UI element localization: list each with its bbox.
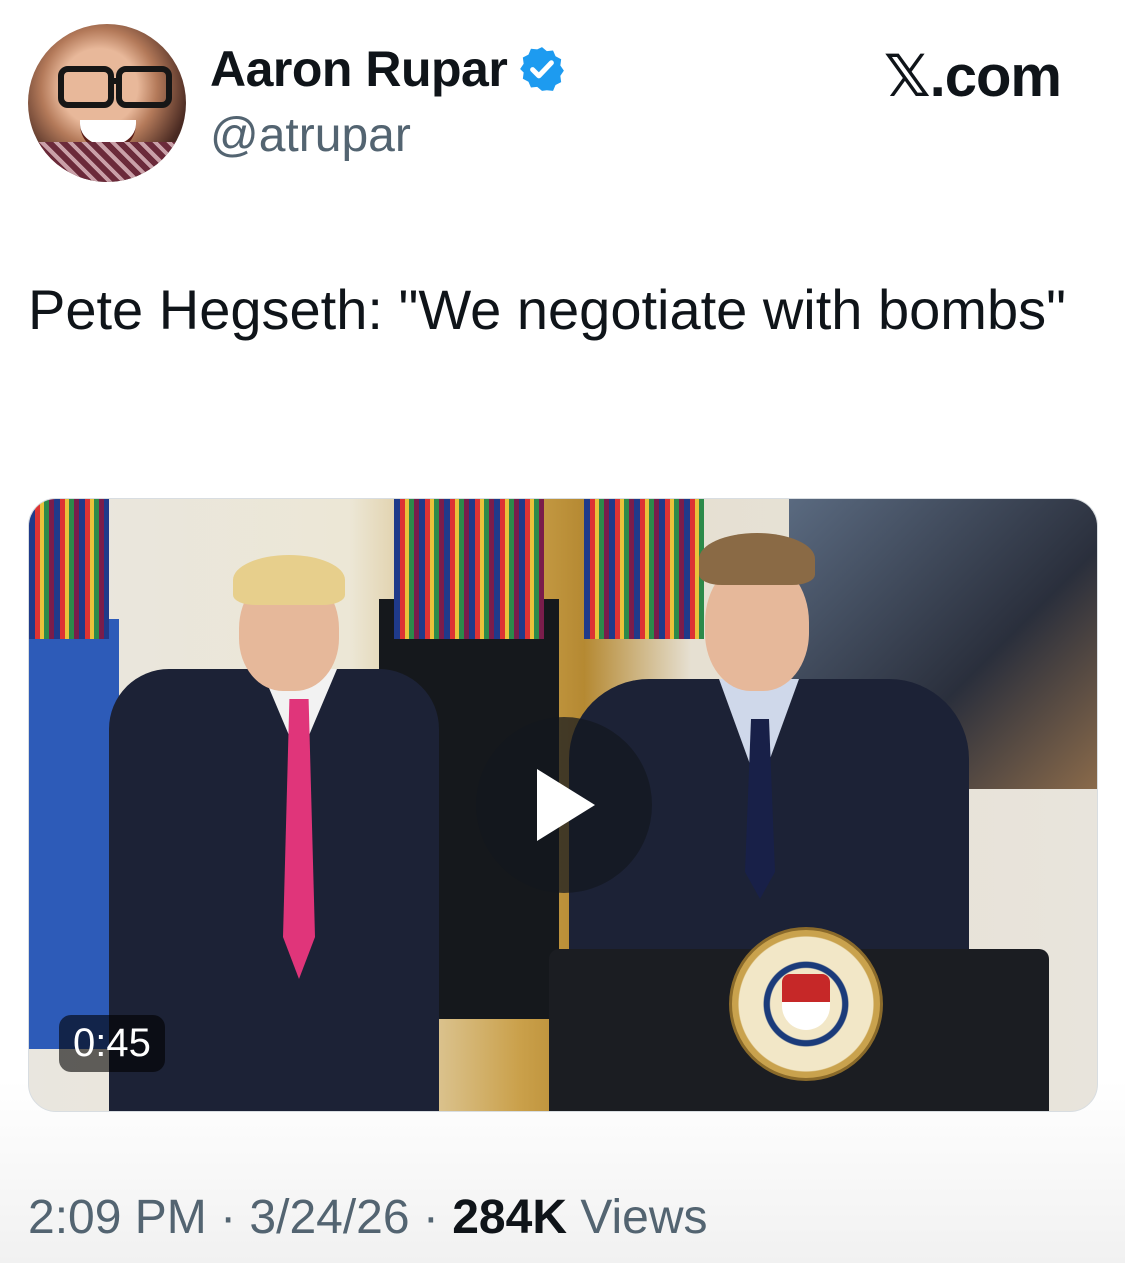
verified-badge-icon [520,47,565,91]
flag-streamers-left [29,499,109,639]
seal-shield [782,974,830,1030]
presidential-seal [729,927,883,1081]
video-duration: 0:45 [59,1015,165,1072]
author-handle[interactable]: @atrupar [210,108,411,163]
flag-streamers-center [394,499,544,639]
meta-separator: · [206,1191,250,1244]
video-player[interactable]: 0:45 [28,498,1098,1112]
play-icon [537,769,595,841]
play-button[interactable] [476,717,652,893]
meta-separator: · [409,1191,453,1244]
flag-blue [29,619,119,1049]
person-right-hair [699,533,815,585]
avatar-glasses-left [58,66,114,108]
author-avatar[interactable] [28,24,186,182]
tweet-time[interactable]: 2:09 PM [28,1191,207,1244]
person-left-hair [233,555,345,605]
tweet-date[interactable]: 3/24/26 [249,1191,409,1244]
views-count: 284K [452,1191,567,1244]
author-name-row: Aaron Rupar [210,40,567,98]
tweet-meta: 2:09 PM · 3/24/26 · 284K Views [28,1190,708,1245]
avatar-shirt [28,142,186,182]
avatar-glasses-right [116,66,172,108]
x-brand-logo: 𝕏.com [883,44,1062,109]
tweet-text: Pete Hegseth: "We negotiate with bombs" [28,278,1066,341]
flag-streamers-right [584,499,704,639]
author-name[interactable]: Aaron Rupar [210,40,508,98]
views-label: Views [580,1191,708,1244]
